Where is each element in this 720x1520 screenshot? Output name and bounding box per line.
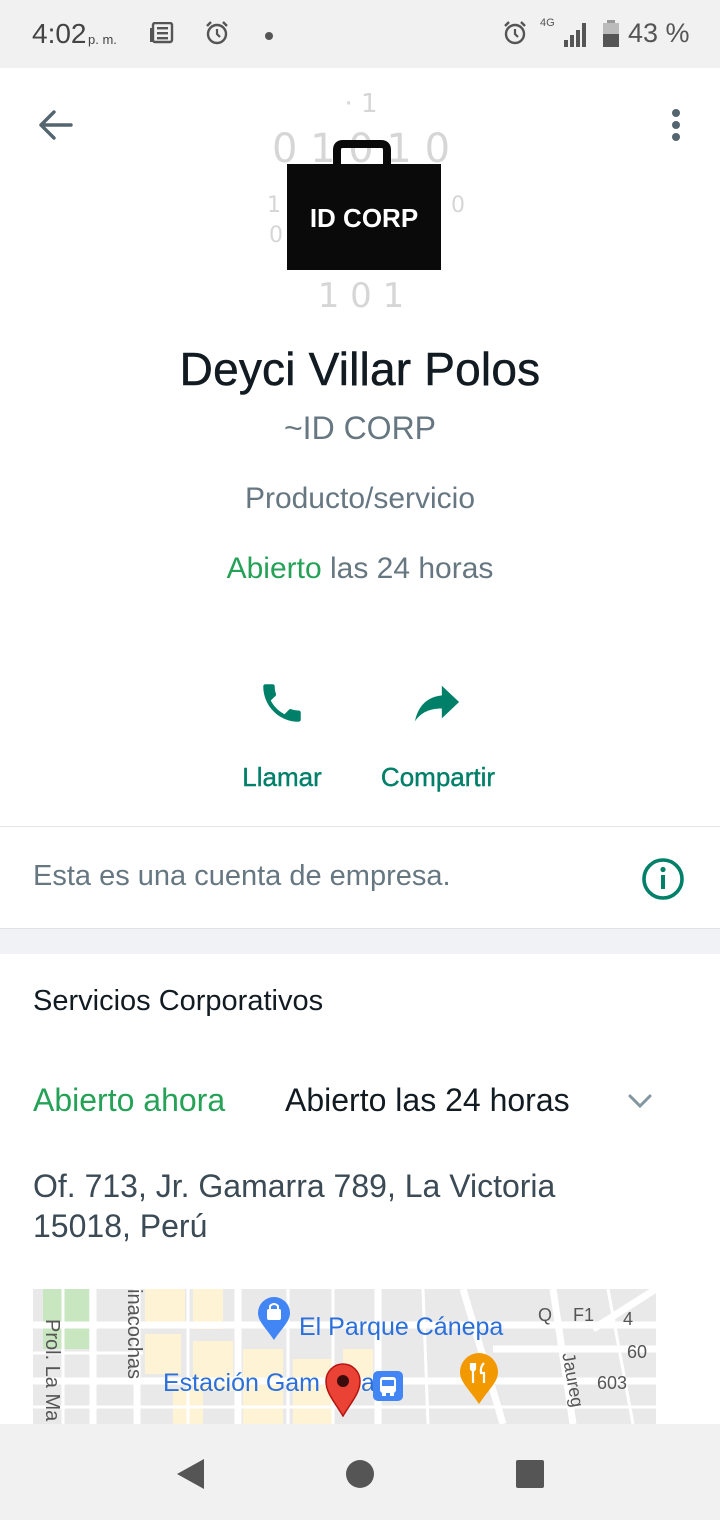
business-description: Servicios Corporativos bbox=[33, 985, 324, 1017]
svg-text:1: 1 bbox=[267, 193, 281, 218]
map-place-label: El Parque Cánepa bbox=[299, 1313, 504, 1341]
open-now-status: Abierto ahora bbox=[33, 1082, 226, 1118]
logo-text: ID CORP bbox=[310, 203, 418, 233]
share-icon bbox=[415, 685, 460, 722]
share-label: Compartir bbox=[380, 762, 496, 792]
map-street-label: Prol. La Ma bbox=[41, 1319, 63, 1422]
info-button[interactable] bbox=[640, 856, 686, 902]
svg-text:1 0 1: 1 0 1 bbox=[318, 276, 405, 312]
nav-back-button[interactable] bbox=[170, 1454, 210, 1494]
map-label-4: 4 bbox=[623, 1309, 634, 1329]
arrow-left-icon bbox=[39, 110, 73, 140]
push-name: ~ID CORP bbox=[283, 410, 437, 446]
svg-text:0: 0 bbox=[269, 223, 283, 248]
profile-photo[interactable]: · 1 0 1 0 1 0 1 0 0 1 0 1 ID CORP bbox=[255, 89, 467, 316]
business-account-notice[interactable]: Esta es una cuenta de empresa. bbox=[33, 860, 451, 893]
hours-open-status: Abierto bbox=[226, 552, 322, 585]
call-label: Llamar bbox=[242, 762, 322, 792]
status-time: 4:02 bbox=[32, 18, 87, 49]
expand-hours-button[interactable] bbox=[622, 1086, 658, 1116]
back-triangle-icon bbox=[177, 1459, 204, 1489]
business-hours[interactable]: Abierto las 24 horas bbox=[285, 1082, 570, 1119]
svg-text:· 1: · 1 bbox=[344, 92, 377, 119]
chevron-down-icon bbox=[628, 1094, 652, 1109]
share-button[interactable]: Compartir bbox=[372, 670, 504, 793]
divider bbox=[0, 826, 720, 827]
map-label-60: 60 bbox=[627, 1342, 648, 1362]
news-icon bbox=[150, 21, 174, 49]
network-type: 4G bbox=[540, 17, 555, 29]
map-label-q: Q bbox=[538, 1305, 553, 1325]
home-circle-icon bbox=[346, 1460, 374, 1488]
alarm-icon bbox=[502, 20, 528, 51]
bus-station-icon bbox=[373, 1371, 403, 1406]
status-bar: 4:02 p. m. 4G 43 % bbox=[0, 0, 720, 68]
map-street-label: inacochas bbox=[123, 1289, 145, 1380]
hours-summary: Abierto las 24 horas bbox=[0, 552, 720, 586]
business-category: Producto/servicio bbox=[244, 482, 476, 515]
map-label-603: 603 bbox=[597, 1373, 628, 1393]
more-vert-icon bbox=[672, 109, 680, 141]
hours-rest: las 24 horas bbox=[321, 552, 494, 585]
call-button[interactable]: Llamar bbox=[236, 670, 328, 793]
navigation-bar bbox=[0, 1424, 720, 1520]
info-icon bbox=[642, 858, 684, 900]
alarm-icon bbox=[204, 20, 230, 51]
dot-icon bbox=[264, 28, 274, 46]
map-station-label: Estación Gam bbox=[163, 1369, 321, 1397]
nav-home-button[interactable] bbox=[340, 1454, 380, 1494]
section-separator bbox=[0, 928, 720, 954]
svg-text:0: 0 bbox=[451, 193, 465, 218]
recents-square-icon bbox=[516, 1460, 544, 1488]
status-ampm: p. m. bbox=[88, 32, 117, 47]
back-button[interactable] bbox=[30, 100, 80, 150]
restaurant-pin-icon bbox=[459, 1353, 499, 1410]
map-preview[interactable]: Prol. La Ma inacochas El Parque Cánepa E… bbox=[33, 1289, 656, 1424]
location-pin-icon bbox=[325, 1363, 361, 1422]
signal-icon bbox=[562, 20, 590, 53]
battery-icon bbox=[602, 20, 620, 53]
battery-percent: 43 % bbox=[628, 18, 690, 48]
business-address[interactable]: Of. 713, Jr. Gamarra 789, La Victoria 15… bbox=[33, 1166, 653, 1246]
phone-icon bbox=[263, 684, 301, 722]
nav-recents-button[interactable] bbox=[510, 1454, 550, 1494]
profile-name: Deyci Villar Polos bbox=[179, 343, 541, 396]
map-label-f1: F1 bbox=[573, 1305, 595, 1325]
more-options-button[interactable] bbox=[654, 100, 698, 150]
shopping-pin-icon bbox=[257, 1297, 291, 1346]
